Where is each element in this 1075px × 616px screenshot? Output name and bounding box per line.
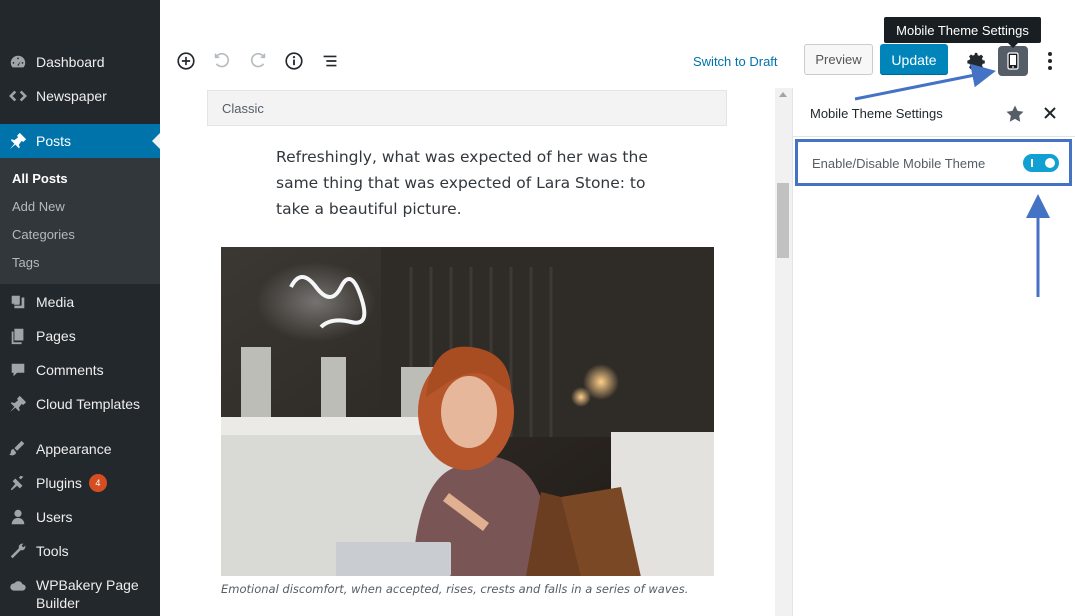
panel-divider (793, 136, 1075, 137)
enable-mobile-theme-toggle[interactable] (1023, 154, 1059, 172)
star-icon (1006, 105, 1024, 122)
users-icon (0, 508, 36, 526)
appearance-icon (0, 440, 36, 458)
redo-icon (250, 52, 266, 68)
mobile-theme-tooltip: Mobile Theme Settings (884, 17, 1041, 48)
tools-icon (0, 542, 36, 560)
active-pointer (152, 133, 160, 149)
mobile-theme-option-row: Enable/Disable Mobile Theme (795, 139, 1072, 186)
submenu-all-posts[interactable]: All Posts (12, 171, 68, 186)
sidebar-item-comments[interactable]: Comments (0, 353, 160, 387)
more-vertical-icon (1048, 52, 1052, 70)
sidebar-item-plugins[interactable]: Plugins 4 (0, 466, 160, 500)
editor-canvas: Classic Refreshingly, what was expected … (160, 88, 775, 616)
mobile-phone-icon (1007, 52, 1019, 70)
sidebar-item-label: Posts (36, 133, 72, 149)
pin-icon (0, 395, 36, 413)
close-panel-button[interactable] (1042, 105, 1058, 124)
plugins-icon (0, 474, 36, 492)
redo-button[interactable] (246, 49, 270, 73)
sidebar-item-users[interactable]: Users (0, 500, 160, 534)
sidebar-item-dashboard[interactable]: Dashboard (0, 45, 160, 79)
sidebar-item-label: Cloud Templates (36, 396, 141, 412)
sidebar-item-cloud-templates[interactable]: Cloud Templates (0, 387, 160, 421)
scroll-up-arrow[interactable] (779, 92, 787, 97)
submenu-categories[interactable]: Categories (12, 227, 75, 242)
pin-icon (0, 132, 36, 150)
preview-button[interactable]: Preview (804, 44, 873, 75)
add-block-button[interactable] (174, 49, 198, 73)
toggle-knob (1045, 158, 1055, 168)
comments-icon (0, 361, 36, 379)
mobile-theme-settings-panel: Mobile Theme Settings Enable/Disable Mob… (792, 88, 1075, 616)
panel-title: Mobile Theme Settings (810, 106, 943, 121)
newspaper-icon (0, 87, 36, 105)
sidebar-item-pages[interactable]: Pages (0, 319, 160, 353)
submenu-add-new[interactable]: Add New (12, 199, 65, 214)
sidebar-item-newspaper[interactable]: Newspaper (0, 79, 160, 113)
sidebar-item-posts[interactable]: Posts (0, 124, 160, 158)
sidebar-item-label: Dashboard (36, 54, 105, 70)
switch-to-draft-link[interactable]: Switch to Draft (693, 54, 778, 69)
cafe-photo-image (221, 247, 714, 576)
sidebar-item-label: Tools (36, 543, 69, 559)
undo-button[interactable] (210, 49, 234, 73)
settings-button[interactable] (966, 51, 988, 76)
close-icon (1044, 107, 1056, 119)
undo-icon (214, 52, 230, 68)
plus-circle-icon (177, 52, 195, 70)
sidebar-item-tools[interactable]: Tools (0, 534, 160, 568)
enable-mobile-theme-label: Enable/Disable Mobile Theme (812, 156, 986, 171)
sidebar-item-label: Media (36, 294, 75, 310)
classic-block-toolbar[interactable]: Classic (207, 90, 727, 126)
sidebar-item-label: Newspaper (36, 88, 107, 104)
sidebar-item-media[interactable]: Media (0, 285, 160, 319)
submenu-tags[interactable]: Tags (12, 255, 39, 270)
mobile-theme-settings-button[interactable] (998, 46, 1028, 76)
gear-icon (967, 52, 985, 71)
update-button[interactable]: Update (880, 44, 948, 75)
plugins-update-badge: 4 (88, 474, 107, 492)
sidebar-item-label: Comments (36, 362, 104, 378)
media-icon (0, 293, 36, 311)
sidebar-item-wpbakery[interactable]: WPBakery Page Builder (0, 576, 160, 616)
sidebar-item-label: Users (36, 509, 73, 525)
editor-scrollbar[interactable] (775, 88, 792, 616)
pin-panel-button[interactable] (1005, 104, 1025, 127)
wpbakery-icon (0, 576, 36, 596)
sidebar-item-label: Appearance (36, 441, 112, 457)
more-options-button[interactable] (1042, 50, 1058, 75)
list-icon (323, 55, 337, 67)
post-paragraph[interactable]: Refreshingly, what was expected of her w… (276, 144, 656, 222)
sidebar-item-label: WPBakery Page Builder (36, 577, 139, 611)
info-icon (285, 52, 303, 70)
classic-block-label: Classic (222, 100, 264, 116)
pages-icon (0, 327, 36, 345)
admin-sidebar: Dashboard Newspaper Posts All Posts Add … (0, 0, 160, 616)
image-caption[interactable]: Emotional discomfort, when accepted, ris… (221, 582, 688, 596)
sidebar-item-label: Pages (36, 328, 76, 344)
posts-submenu: All Posts Add New Categories Tags (0, 158, 160, 284)
sidebar-item-label: Plugins (36, 475, 82, 491)
block-navigation-button[interactable] (318, 49, 342, 73)
post-featured-image[interactable] (221, 247, 714, 576)
sidebar-item-appearance[interactable]: Appearance (0, 432, 160, 466)
dashboard-icon (0, 53, 36, 71)
scrollbar-thumb[interactable] (777, 183, 789, 258)
toggle-on-indicator (1031, 159, 1033, 167)
content-info-button[interactable] (282, 49, 306, 73)
editor-toolbar: Switch to Draft Preview Update Mobile Th… (160, 0, 1075, 88)
